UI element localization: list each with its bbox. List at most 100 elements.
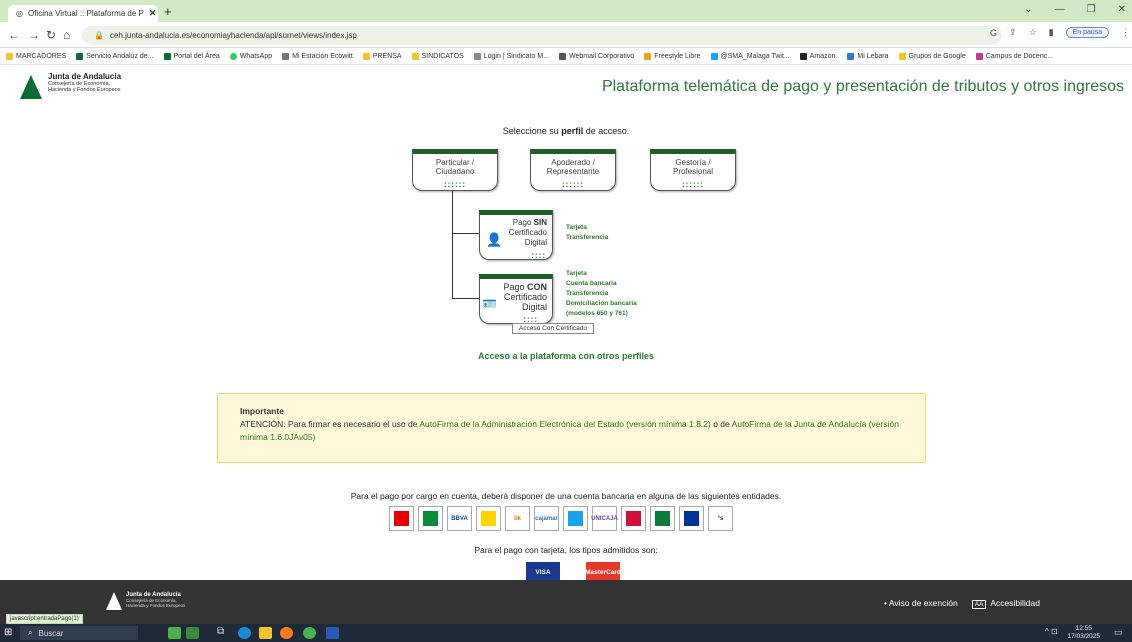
forward-icon[interactable]: → bbox=[28, 28, 40, 42]
notification-icon[interactable]: ▭ bbox=[1114, 627, 1123, 638]
profile-apoderado-button[interactable]: Apoderado / Representante :::::: bbox=[530, 149, 616, 191]
card-info-text: Para el pago con tarjeta, los tipos admi… bbox=[474, 545, 658, 555]
accesibilidad-link[interactable]: AA Accesibilidad bbox=[971, 598, 1040, 609]
junta-logo-icon bbox=[20, 75, 42, 99]
clock[interactable]: 12:55 17/03/2025 bbox=[1067, 625, 1100, 641]
status-url: javascript:entradaPago(1) bbox=[6, 614, 83, 624]
connector-line bbox=[452, 233, 479, 234]
option-text: Domiciliación bancaria bbox=[566, 300, 637, 307]
task-view-icon[interactable]: ⧉ bbox=[217, 626, 224, 637]
bookmark-item[interactable]: PRENSA bbox=[362, 53, 402, 60]
autofirma-estado-link[interactable]: AutoFirma de la Administración Electróni… bbox=[419, 419, 711, 429]
profile-pause-button[interactable]: En pausa bbox=[1065, 27, 1110, 38]
globe-icon: ◎ bbox=[16, 9, 23, 18]
logo-line: Hacienda y Fondos Europeos bbox=[126, 603, 186, 608]
dots-icon: :::::: bbox=[682, 180, 704, 189]
share-icon[interactable]: ⇪ bbox=[1009, 27, 1017, 38]
aviso-exencion-link[interactable]: • Aviso de exención bbox=[884, 598, 958, 608]
pago-sin-certificado-button[interactable]: Pago SIN Certificado Digital 👤 :::: bbox=[479, 210, 553, 260]
logo-title: Junta de Andalucía bbox=[48, 72, 122, 81]
bank-logo bbox=[476, 506, 501, 531]
dots-icon: :::: bbox=[531, 251, 546, 260]
important-notice: Importante ATENCIÓN: Para firmar es nece… bbox=[217, 393, 926, 463]
bookmark-item[interactable]: Login | Sindicato M... bbox=[473, 53, 549, 60]
dots-icon: :::::: bbox=[444, 180, 466, 189]
bookmark-item[interactable]: Portal del Área bbox=[163, 53, 220, 60]
option-text: Tarjeta bbox=[566, 224, 587, 231]
browser-tab[interactable]: ◎ Oficina Virtual :: Plataforma de P ✕ bbox=[8, 5, 158, 22]
option-text: (modelos 650 y 761) bbox=[566, 310, 628, 317]
other-profiles-link[interactable]: Acceso a la plataforma con otros perfile… bbox=[0, 351, 1132, 361]
bookmark-item[interactable]: @SMA_Malaga Twit... bbox=[710, 53, 790, 60]
bank-logo: °s bbox=[708, 506, 733, 531]
bank-logo bbox=[679, 506, 704, 531]
junta-logo-icon bbox=[106, 592, 122, 610]
bank-logo: cajamar bbox=[534, 506, 559, 531]
menu-icon[interactable]: ⋮ bbox=[1121, 27, 1130, 38]
close-window-icon[interactable]: ✕ bbox=[1118, 4, 1126, 15]
chevron-down-icon[interactable]: ⌄ bbox=[1024, 4, 1032, 15]
word-icon[interactable] bbox=[326, 627, 339, 639]
certificate-user-icon: 🪪 bbox=[482, 297, 497, 311]
logo-line: Hacienda y Fondos Europeos bbox=[48, 87, 121, 93]
bookmark-item[interactable]: Mi Estación Ecowitt bbox=[282, 53, 353, 60]
dots-icon: :::::: bbox=[562, 180, 584, 189]
profile-particular-button[interactable]: Particular / Ciudadano :::::: bbox=[412, 149, 498, 191]
bookmark-item[interactable]: MARCADORES bbox=[6, 53, 66, 60]
taskbar-search[interactable]: ⌕ Buscar bbox=[20, 626, 138, 640]
maximize-icon[interactable]: ❐ bbox=[1087, 4, 1096, 15]
card-logo: MasterCard bbox=[585, 562, 621, 582]
bookmarks-bar: MARCADORES Servicio Andaluz de... Portal… bbox=[0, 49, 1132, 65]
platform-title: Plataforma telemática de pago y presenta… bbox=[601, 78, 1124, 95]
bookmark-item[interactable]: Freestyle Libre bbox=[644, 53, 701, 60]
footer-logo[interactable]: Junta de Andalucía Consejería de Economí… bbox=[106, 592, 185, 610]
pago-con-certificado-button[interactable]: Pago CON Certificado Digital 🪪 :::: bbox=[479, 274, 553, 324]
widgets-icon[interactable] bbox=[168, 627, 181, 639]
back-icon[interactable]: ← bbox=[8, 28, 20, 42]
bookmark-item[interactable]: Campus de Docenc... bbox=[975, 53, 1053, 60]
reload-icon[interactable]: ↻ bbox=[46, 28, 56, 42]
widgets-icon[interactable] bbox=[186, 627, 199, 639]
edge-icon[interactable] bbox=[238, 627, 251, 639]
bookmark-item[interactable]: Grupos de Google bbox=[898, 53, 966, 60]
option-text: Cuenta bancaria bbox=[566, 280, 617, 287]
file-explorer-icon[interactable] bbox=[259, 627, 272, 639]
connector-line bbox=[452, 191, 453, 299]
chrome-icon[interactable] bbox=[303, 627, 316, 639]
option-text: Transferencia bbox=[566, 290, 609, 297]
select-profile-label: Seleccione su perfil de acceso. bbox=[502, 126, 630, 136]
star-icon[interactable]: ☆ bbox=[1029, 27, 1037, 38]
bank-logo bbox=[418, 506, 443, 531]
window-controls: ⌄ — ❐ ✕ bbox=[1024, 4, 1126, 15]
bank-logo bbox=[650, 506, 675, 531]
tab-title: Oficina Virtual :: Plataforma de P bbox=[27, 9, 144, 18]
firefox-icon[interactable] bbox=[280, 627, 293, 639]
bank-logo: bk bbox=[505, 506, 530, 531]
bank-logo: UNICAJA bbox=[591, 506, 618, 531]
bank-logo bbox=[389, 506, 414, 531]
bookmark-item[interactable]: SINDICATOS bbox=[411, 53, 464, 60]
bookmark-item[interactable]: Webmail Corporativo bbox=[559, 53, 634, 60]
option-text: Tarjeta bbox=[566, 270, 587, 277]
profile-gestoria-button[interactable]: Gestoría / Profesional :::::: bbox=[650, 149, 736, 191]
bookmark-item[interactable]: WhatsApp bbox=[229, 53, 272, 60]
search-icon: ⌕ bbox=[28, 628, 33, 637]
card-logo: VISA bbox=[526, 562, 560, 582]
home-icon[interactable]: ⌂ bbox=[63, 28, 70, 42]
lock-icon: 🔒 bbox=[94, 31, 104, 40]
bookmark-item[interactable]: Servicio Andaluz de... bbox=[76, 53, 154, 60]
tray-icons[interactable]: ^ ⊡ bbox=[1045, 627, 1058, 636]
address-bar[interactable]: 🔒 ceh.junta-andalucia.es/economiayhacien… bbox=[82, 26, 1002, 45]
url-text: ceh.junta-andalucia.es/economiayhacienda… bbox=[109, 31, 357, 40]
junta-logo[interactable]: Junta de Andalucía Consejería de Economí… bbox=[20, 72, 121, 99]
bookmark-item[interactable]: Mi Lebara bbox=[847, 53, 889, 60]
bank-logo: BBVA bbox=[447, 506, 472, 531]
google-icon[interactable]: G bbox=[990, 28, 997, 38]
new-tab-icon[interactable]: + bbox=[164, 4, 172, 19]
minimize-icon[interactable]: — bbox=[1055, 4, 1065, 15]
bookmark-item[interactable]: Amazon. bbox=[799, 53, 837, 60]
tooltip: Acceso Con Certificado bbox=[512, 323, 594, 334]
sidepanel-icon[interactable]: ▮ bbox=[1049, 27, 1054, 38]
close-tab-icon[interactable]: ✕ bbox=[149, 8, 157, 19]
windows-start-icon[interactable]: ⊞ bbox=[4, 627, 12, 638]
